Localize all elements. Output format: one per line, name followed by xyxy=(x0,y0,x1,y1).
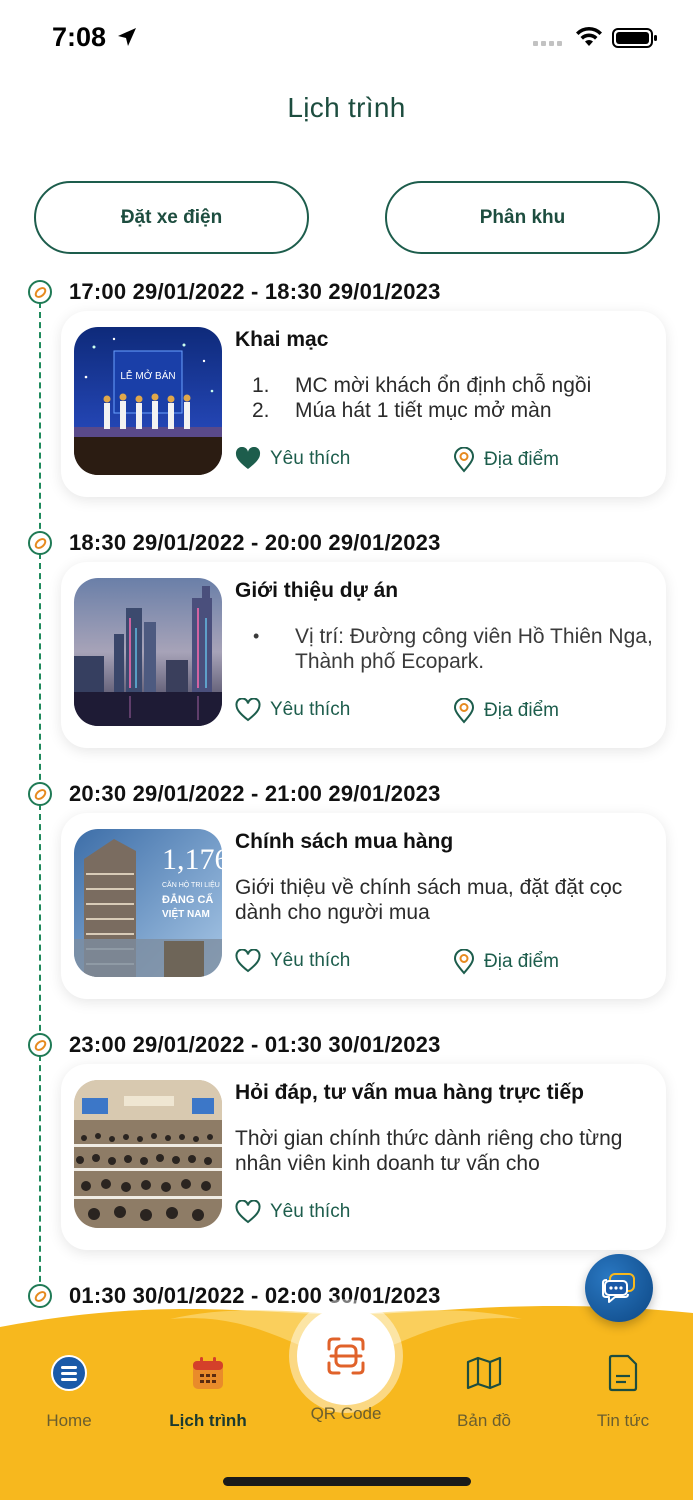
nav-home[interactable]: Home xyxy=(14,1353,124,1431)
nav-news[interactable]: Tin tức xyxy=(568,1353,678,1431)
wifi-icon xyxy=(576,26,602,46)
chat-button[interactable] xyxy=(585,1254,653,1322)
nav-label: Tin tức xyxy=(596,1411,650,1430)
location-arrow-icon xyxy=(118,28,136,46)
map-pin-icon xyxy=(453,447,475,473)
thumbnail-number: 1,176 xyxy=(162,843,222,876)
location-button[interactable]: Địa điểm xyxy=(453,949,559,975)
favorite-button[interactable]: Yêu thích xyxy=(235,1200,350,1224)
nav-label: Bản đồ xyxy=(457,1411,511,1430)
favorite-label: Yêu thích xyxy=(270,699,351,720)
timeline-marker xyxy=(28,782,52,806)
favorite-button[interactable]: Yêu thích xyxy=(235,698,350,722)
timeline-marker xyxy=(28,280,52,304)
status-time: 7:08 xyxy=(52,22,107,52)
map-icon xyxy=(466,1356,502,1390)
favorite-button[interactable]: Yêu thích xyxy=(235,949,350,973)
qr-scan-icon xyxy=(327,1337,365,1375)
schedule-time: 23:00 29/01/2022 - 01:30 30/01/2023 xyxy=(69,1032,441,1057)
list-number: 1. xyxy=(252,374,270,397)
event-thumbnail xyxy=(74,578,222,726)
event-title: Khai mạc xyxy=(235,328,329,351)
thumbnail-headline: LỄ MỞ BÁN xyxy=(120,369,175,382)
timeline-marker xyxy=(28,1033,52,1057)
status-bar: 7:08 xyxy=(0,0,693,80)
thumbnail-caption: VIỆT NAM xyxy=(162,907,210,920)
event-thumbnail: 1,176 CĂN HỘ TRI LIỆU ĐẲNG CẤ VIỆT NAM xyxy=(74,829,222,977)
timeline-marker xyxy=(28,531,52,555)
schedule-time: 18:30 29/01/2022 - 20:00 29/01/2023 xyxy=(69,530,441,555)
thumbnail-caption: ĐẲNG CẤ xyxy=(162,893,213,906)
heart-outline-icon xyxy=(235,698,261,722)
list-item: Vị trí: Đường công viên Hồ Thiên Nga, Th… xyxy=(295,625,653,673)
schedule-time: 20:30 29/01/2022 - 21:00 29/01/2023 xyxy=(69,781,441,806)
page-title: Lịch trình xyxy=(287,92,406,123)
event-description: • Vị trí: Đường công viên Hồ Thiên Nga, T… xyxy=(235,624,655,674)
favorite-label: Yêu thích xyxy=(270,448,351,469)
event-thumbnail: LỄ MỞ BÁN xyxy=(74,327,222,475)
nav-label: Home xyxy=(46,1411,92,1430)
location-button[interactable]: Địa điểm xyxy=(453,698,559,724)
nav-schedule[interactable]: Lịch trình xyxy=(153,1353,263,1431)
heart-outline-icon xyxy=(235,1200,261,1224)
location-label: Địa điểm xyxy=(484,449,559,470)
home-icon xyxy=(51,1355,87,1391)
location-label: Địa điểm xyxy=(484,700,559,721)
schedule-card[interactable]: Giới thiệu dự án • Vị trí: Đường công viê… xyxy=(61,562,666,748)
list-item: Múa hát 1 tiết mục mở màn xyxy=(295,399,552,422)
favorite-button[interactable]: Yêu thích xyxy=(235,447,350,471)
qr-label: QR Code xyxy=(310,1404,382,1423)
favorite-label: Yêu thích xyxy=(270,950,351,971)
cellular-signal-icon xyxy=(533,41,562,46)
favorite-label: Yêu thích xyxy=(270,1201,351,1222)
event-title: Chính sách mua hàng xyxy=(235,830,454,853)
list-number: 2. xyxy=(252,399,270,422)
chat-icon xyxy=(602,1273,635,1303)
schedule-card[interactable]: LỄ MỞ BÁN Khai mạc 1. MC mời khách ổn địn… xyxy=(61,311,666,497)
battery-icon xyxy=(612,28,657,48)
map-pin-icon xyxy=(453,949,475,975)
thumbnail-caption: CĂN HỘ TRI LIỆU xyxy=(162,880,220,889)
list-bullet: • xyxy=(253,626,260,646)
event-title: Hỏi đáp, tư vấn mua hàng trực tiếp xyxy=(235,1081,584,1104)
zone-button[interactable]: Phân khu xyxy=(385,181,660,254)
calendar-icon xyxy=(193,1357,223,1389)
location-label: Địa điểm xyxy=(484,951,559,972)
map-pin-icon xyxy=(453,698,475,724)
news-icon xyxy=(608,1354,638,1392)
qr-scan-button[interactable] xyxy=(297,1307,395,1405)
event-description: Thời gian chính thức dành riêng cho từng… xyxy=(235,1127,623,1175)
home-indicator xyxy=(223,1477,471,1486)
nav-label: Lịch trình xyxy=(169,1411,247,1430)
location-button[interactable]: Địa điểm xyxy=(453,447,559,473)
event-thumbnail xyxy=(74,1080,222,1228)
schedule-card[interactable]: Hỏi đáp, tư vấn mua hàng trực tiếp Thời … xyxy=(61,1064,666,1250)
event-title: Giới thiệu dự án xyxy=(235,579,399,602)
heart-filled-icon xyxy=(235,447,261,469)
event-description: Giới thiệu về chính sách mua, đặt đặt cọ… xyxy=(235,876,623,924)
nav-map[interactable]: Bản đồ xyxy=(429,1353,539,1431)
event-description: 1. MC mời khách ổn định chỗ ngồi 2. Múa há… xyxy=(235,373,655,423)
schedule-card[interactable]: 1,176 CĂN HỘ TRI LIỆU ĐẲNG CẤ VIỆT NAM C… xyxy=(61,813,666,999)
heart-outline-icon xyxy=(235,949,261,973)
schedule-time: 17:00 29/01/2022 - 18:30 29/01/2023 xyxy=(69,279,441,304)
list-item: MC mời khách ổn định chỗ ngồi xyxy=(295,374,592,397)
book-ecar-button[interactable]: Đặt xe điện xyxy=(34,181,309,254)
